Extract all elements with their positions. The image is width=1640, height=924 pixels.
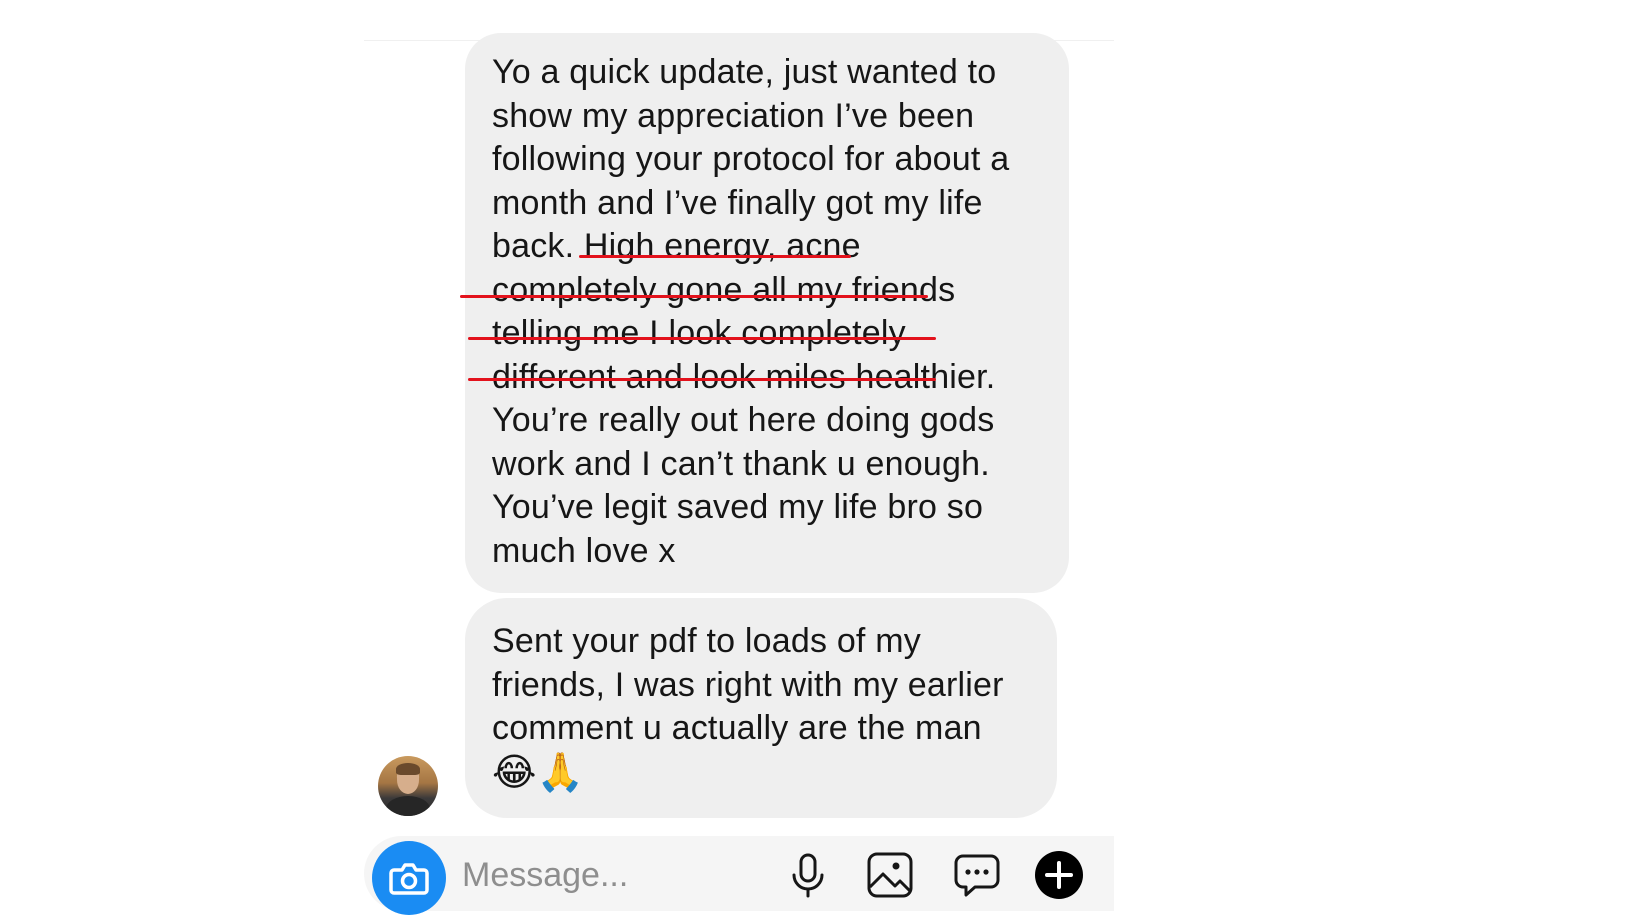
message-bubble[interactable]: Sent your pdf to loads of my friends, I … [465,598,1057,818]
highlight-underline [468,378,936,381]
message-line: Sent your pdf to loads of my [492,622,921,660]
message-composer [364,836,1114,915]
gallery-icon [867,852,913,898]
message-line: back. High energy, acne [492,227,861,265]
add-button[interactable] [1033,849,1085,901]
message-line: comment u actually are the man [492,709,982,747]
sticker-chat-icon [954,854,1000,897]
microphone-icon [792,853,824,898]
gallery-button[interactable] [864,849,916,901]
highlight-underline [579,255,851,258]
avatar[interactable] [378,756,438,816]
camera-button[interactable] [372,841,446,915]
chat-thread: Yo a quick update, just wanted to show m… [364,33,1114,915]
message-line: much love x [492,531,676,570]
message-line: telling me I look completely [492,314,906,352]
highlight-underline [468,337,936,340]
message-input[interactable] [462,853,762,897]
avatar-shirt [386,796,430,816]
emoji-line: 😂🙏 [492,749,585,794]
message-line: friends, I was right with my earlier [492,665,1004,704]
message-line: You’ve legit saved my life bro so [492,488,984,526]
microphone-button[interactable] [782,849,834,901]
camera-icon [389,863,429,895]
avatar-hair [396,763,420,775]
highlight-underline [460,295,928,298]
message-line: You’re really out here doing gods [492,401,995,439]
message-line: completely gone all my friends [492,270,956,309]
message-bubble[interactable]: Yo a quick update, just wanted to show m… [465,33,1069,593]
message-line: following your protocol for about a [492,140,1010,178]
sticker-chat-button[interactable] [951,849,1003,901]
message-line: work and I can’t thank u enough. [492,444,990,483]
message-line: show my appreciation I’ve been [492,96,975,135]
plus-icon [1035,851,1083,899]
message-line: Yo a quick update, just wanted to [492,53,997,91]
message-line: month and I’ve finally got my life [492,183,983,222]
